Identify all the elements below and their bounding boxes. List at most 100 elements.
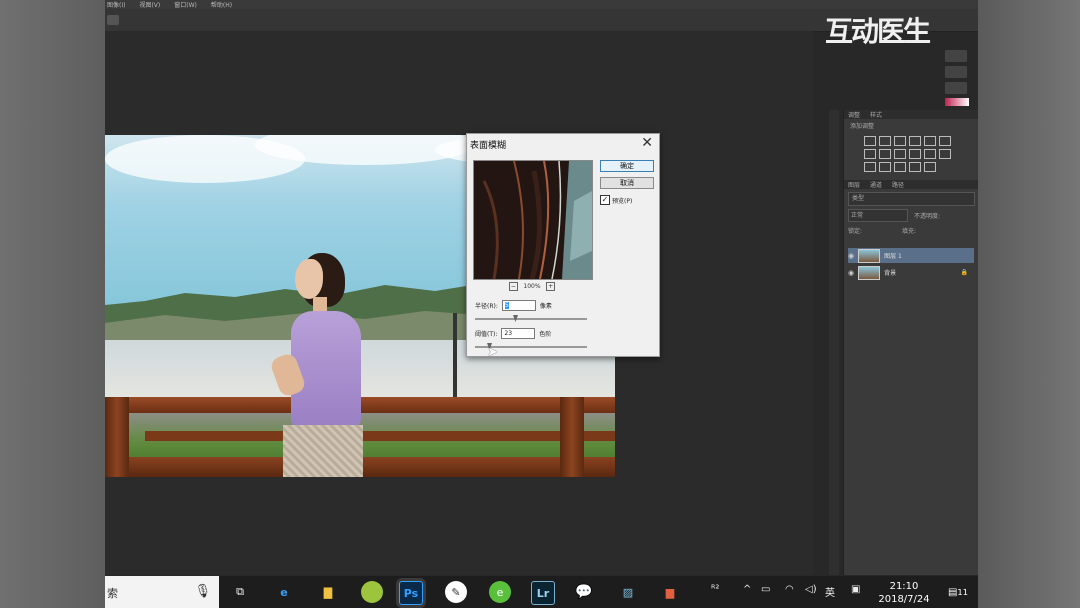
bw-icon[interactable]: [894, 149, 906, 159]
adjustments-tabs: 调整 样式: [844, 110, 978, 119]
ok-button[interactable]: 确定: [600, 160, 654, 172]
threshold-input[interactable]: 23: [501, 327, 536, 339]
taskbar-search[interactable]: 索 🎙: [105, 576, 219, 608]
watermark-logo: 互动医生: [825, 15, 931, 46]
radius-input[interactable]: 5: [501, 299, 536, 311]
tab-styles[interactable]: 样式: [870, 110, 882, 119]
left-pillarbox: [0, 0, 105, 608]
photo-railing-post: [105, 397, 129, 477]
zoom-in-icon[interactable]: +: [546, 281, 556, 291]
wifi-icon[interactable]: ◠: [785, 584, 794, 595]
photo-person-face: [295, 259, 323, 299]
preview-checkbox[interactable]: ✓: [600, 195, 610, 205]
store-app-icon[interactable]: ▆: [659, 581, 681, 603]
lookup-icon[interactable]: [939, 149, 951, 159]
close-icon[interactable]: ✕: [641, 135, 653, 151]
triangle-icon[interactable]: [939, 136, 951, 146]
menu-help[interactable]: 帮助(H): [211, 0, 232, 9]
lightroom-icon[interactable]: Lr: [531, 581, 555, 605]
search-text: 索: [107, 587, 118, 600]
exposure-icon[interactable]: [909, 136, 921, 146]
battery-icon[interactable]: ▭: [761, 584, 770, 595]
eye-icon[interactable]: ◉: [848, 269, 854, 277]
photo-railing-post: [560, 397, 584, 477]
menu-image[interactable]: 图像(I): [107, 0, 125, 9]
lock-icon: 🔒: [960, 269, 968, 276]
color-swatch-bar[interactable]: [945, 98, 969, 106]
radius-slider[interactable]: [475, 315, 587, 322]
hue-icon[interactable]: [864, 149, 876, 159]
tab-paths[interactable]: 路径: [892, 180, 904, 189]
taskbar-clock[interactable]: 21:10 2018/7/24: [877, 580, 931, 606]
edge-icon[interactable]: e: [273, 581, 295, 603]
posterize-icon[interactable]: [879, 162, 891, 172]
panel-icon[interactable]: [945, 50, 967, 62]
layer-row[interactable]: ◉ 背景 🔒: [848, 265, 974, 280]
photo-railing-mid: [145, 431, 615, 441]
blend-mode-select[interactable]: 正常: [848, 209, 908, 222]
layer-thumbnail: [858, 265, 881, 280]
eye-icon[interactable]: ◉: [848, 252, 854, 260]
keyboard-icon[interactable]: ▣: [851, 584, 860, 595]
microphone-icon[interactable]: 🎙: [194, 584, 211, 599]
mouse-pointer-icon: ➤: [487, 345, 498, 360]
clock-time: 21:10: [889, 581, 919, 592]
zoom-out-icon[interactable]: −: [508, 281, 518, 291]
threshold-icon[interactable]: [894, 162, 906, 172]
surface-blur-dialog: 表面模糊 ✕ − 100% + 确定 取消 ✓ 预览(P) 半径(R): 5 像…: [466, 133, 660, 357]
tab-channels[interactable]: 通道: [870, 180, 882, 189]
layer-row[interactable]: ◉ 图层 1: [848, 248, 974, 263]
layers-tabs: 图层 通道 路径: [844, 180, 978, 189]
tab-layers[interactable]: 图层: [848, 180, 860, 189]
panel-icon[interactable]: [945, 66, 967, 78]
cancel-button[interactable]: 取消: [600, 177, 654, 189]
green-app-icon[interactable]: [361, 581, 383, 603]
chevron-up-icon[interactable]: ^: [743, 584, 751, 595]
wechat-icon[interactable]: 💬: [573, 581, 595, 603]
notification-count: 11: [957, 587, 969, 597]
layer-name: 图层 1: [884, 253, 902, 260]
mixer-icon[interactable]: [924, 149, 936, 159]
task-view-icon[interactable]: ⧉: [229, 581, 251, 603]
layer-kind-filter[interactable]: 类型: [848, 192, 975, 206]
levels-icon[interactable]: [879, 136, 891, 146]
layer-thumbnail: [858, 248, 881, 263]
green-circle-app-icon[interactable]: e: [489, 581, 511, 603]
adjustment-icons-grid: [844, 132, 978, 176]
blue-app-icon[interactable]: ▨: [617, 581, 639, 603]
photo-filter-icon[interactable]: [909, 149, 921, 159]
balance-icon[interactable]: [879, 149, 891, 159]
people-icon[interactable]: ᴿ²: [711, 584, 719, 595]
windows-taskbar: 索 🎙 ⧉ e ▇ Ps ✎ e Lr 💬 ▨ ▆ ᴿ² ^ ▭ ◠ ◁) 英 …: [105, 576, 978, 608]
curves-icon[interactable]: [894, 136, 906, 146]
tool-preset-icon[interactable]: [107, 15, 119, 25]
threshold-unit: 色阶: [539, 330, 552, 338]
menu-view[interactable]: 视图(V): [139, 0, 160, 9]
tab-adjustments[interactable]: 调整: [848, 110, 860, 119]
selective-color-icon[interactable]: [924, 162, 936, 172]
threshold-row: 阈值(T): 23 色阶: [475, 327, 551, 339]
gradient-map-icon[interactable]: [909, 162, 921, 172]
photoshop-screen: 图像(I) 视图(V) 窗口(W) 帮助(H) 表面模糊 ✕ − 100% + …: [105, 0, 978, 608]
preview-checkbox-row[interactable]: ✓ 预览(P): [600, 195, 632, 205]
file-explorer-icon[interactable]: ▇: [317, 581, 339, 603]
radius-slider-thumb[interactable]: [513, 315, 518, 322]
menu-window[interactable]: 窗口(W): [174, 0, 197, 9]
input-method-icon[interactable]: 英: [825, 584, 835, 599]
photoshop-icon[interactable]: Ps: [399, 581, 423, 605]
vertical-scrollbar[interactable]: [829, 110, 839, 575]
volume-icon[interactable]: ◁): [805, 584, 817, 595]
notification-icon[interactable]: ▤ 11: [947, 581, 969, 603]
collapsed-panel-icons: [945, 50, 969, 98]
invert-icon[interactable]: [864, 162, 876, 172]
filter-preview[interactable]: [473, 160, 593, 280]
vibrance-icon[interactable]: [924, 136, 936, 146]
panel-icon[interactable]: [945, 82, 967, 94]
white-app-icon[interactable]: ✎: [445, 581, 467, 603]
clock-date: 2018/7/24: [878, 594, 930, 605]
brightness-icon[interactable]: [864, 136, 876, 146]
radius-label: 半径(R):: [475, 302, 498, 310]
opacity-label: 不透明度:: [914, 213, 941, 220]
preview-hair-image: [474, 161, 592, 279]
empty-slot: [939, 162, 949, 170]
